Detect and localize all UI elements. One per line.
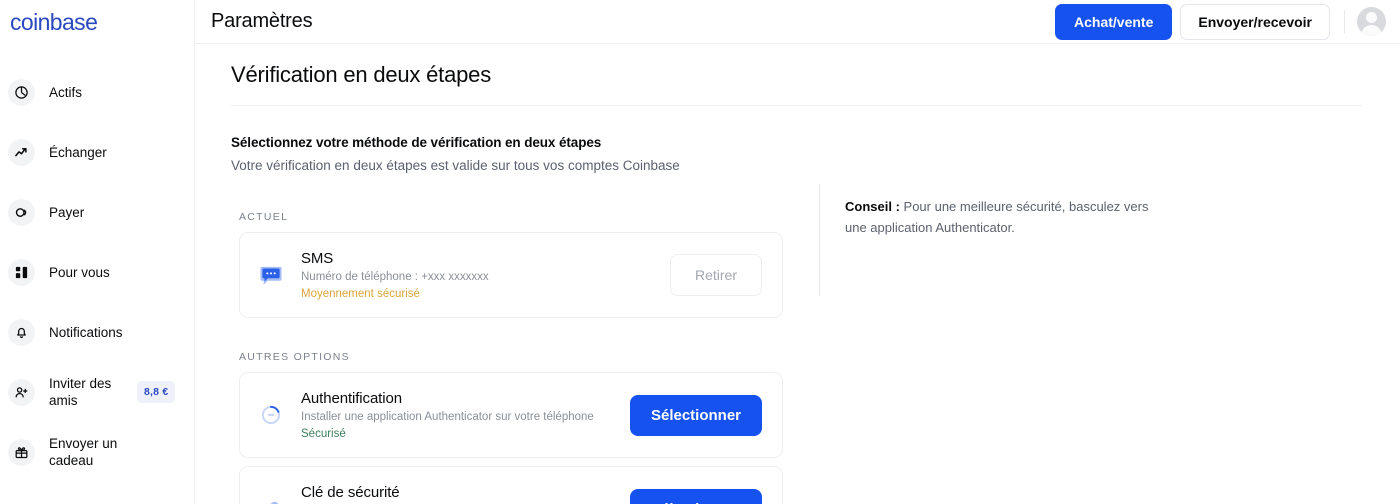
section-title: Vérification en deux étapes [231, 62, 491, 87]
select-button[interactable]: Sélectionner [629, 394, 762, 436]
sidebar-item-label: Envoyer un cadeau [49, 436, 118, 468]
pie-chart-icon [8, 78, 35, 106]
method-text: Clé de sécurité Utiliser votre clé de sé… [301, 484, 630, 504]
pay-icon [8, 198, 35, 226]
avatar[interactable] [1357, 7, 1386, 36]
sidebar-item-inviter-des-amis[interactable]: Inviter des amis 8,8 € [0, 362, 194, 422]
bell-icon [8, 318, 35, 346]
lead-subtext: Votre vérification en deux étapes est va… [231, 158, 680, 173]
main-content: Vérification en deux étapes Sélectionnez… [195, 44, 1400, 504]
gift-icon [8, 438, 35, 466]
method-name: Clé de sécurité [301, 484, 400, 501]
trend-up-icon [8, 138, 35, 166]
send-receive-button[interactable]: Envoyer/recevoir [1180, 3, 1330, 40]
method-description: Installer une application Authenticator … [301, 411, 594, 423]
method-description: Numéro de téléphone : +xxx xxxxxxx [301, 271, 489, 283]
brand-logo[interactable]: coinbase [0, 0, 194, 44]
invite-reward-badge: 8,8 € [137, 381, 176, 403]
other-options-label: AUTRES OPTIONS [239, 351, 350, 363]
avatar-head [1366, 12, 1377, 23]
lead-heading: Sélectionnez votre méthode de vérificati… [231, 135, 602, 150]
card-row: SMS Numéro de téléphone : +xxx xxxxxxx M… [240, 233, 782, 317]
option-card-cle-de-securite: Clé de sécurité Utiliser votre clé de sé… [239, 466, 783, 504]
sidebar-item-pour-vous[interactable]: Pour vous [0, 242, 194, 302]
sidebar-item-actifs[interactable]: Actifs [0, 62, 194, 122]
avatar-body [1361, 25, 1382, 36]
card-row: Clé de sécurité Utiliser votre clé de sé… [240, 467, 782, 504]
header-divider [1344, 9, 1345, 34]
sidebar-item-label: Notifications [49, 324, 123, 340]
sidebar-item-label: Actifs [49, 84, 83, 100]
top-header: Paramètres Achat/vente Envoyer/recevoir [195, 0, 1400, 44]
card-row: Authentification Installer une applicati… [240, 373, 782, 457]
sidebar-item-label: Pour vous [49, 264, 110, 280]
buy-sell-button[interactable]: Achat/vente [1055, 3, 1173, 40]
methods-column: Sélectionnez votre méthode de vérificati… [231, 106, 819, 504]
authenticator-ring-icon [256, 402, 286, 428]
body-columns: Sélectionnez votre méthode de vérificati… [231, 106, 1362, 504]
invite-friend-icon [8, 378, 35, 406]
sms-bubble-icon [256, 262, 286, 288]
method-text: Authentification Installer une applicati… [301, 390, 630, 440]
sidebar-item-payer[interactable]: Payer [0, 182, 194, 242]
tip-column: Conseil : Pour une meilleure sécurité, b… [819, 106, 1362, 504]
sidebar-item-label: Échanger [49, 144, 107, 160]
right-pane: Paramètres Achat/vente Envoyer/recevoir … [195, 0, 1400, 504]
current-group-label: ACTUEL [239, 211, 289, 223]
method-name: SMS [301, 250, 334, 267]
status-badge: Sécurisé [301, 428, 346, 440]
method-text: SMS Numéro de téléphone : +xxx xxxxxxx M… [301, 250, 670, 300]
tip-label: Conseil : [845, 199, 900, 214]
status-badge: Moyennement sécurisé [301, 288, 420, 300]
method-name: Authentification [301, 390, 402, 407]
brand-name: coinbase [10, 8, 98, 35]
tip-text: Conseil : Pour une meilleure sécurité, b… [845, 196, 1155, 238]
remove-button[interactable]: Retirer [669, 254, 762, 296]
sidebar-item-label: Payer [49, 204, 85, 220]
option-card-authentification: Authentification Installer une applicati… [239, 372, 783, 458]
select-button[interactable]: Sélectionner [629, 488, 762, 504]
sidebar-item-envoyer-un-cadeau[interactable]: Envoyer un cadeau [0, 422, 194, 482]
sidebar-nav: Actifs Échanger Payer Pour vous Notifica… [0, 44, 194, 482]
sidebar-item-echanger[interactable]: Échanger [0, 122, 194, 182]
security-key-icon [256, 496, 286, 504]
app-root: coinbase Actifs Échanger Payer Pour vous… [0, 0, 1400, 504]
dashboard-icon [8, 258, 35, 286]
sidebar-item-label: Inviter des amis [49, 376, 112, 408]
page-title: Paramètres [211, 10, 313, 32]
sidebar: coinbase Actifs Échanger Payer Pour vous… [0, 0, 195, 504]
current-method-card: SMS Numéro de téléphone : +xxx xxxxxxx M… [239, 232, 783, 318]
sidebar-item-notifications[interactable]: Notifications [0, 302, 194, 362]
